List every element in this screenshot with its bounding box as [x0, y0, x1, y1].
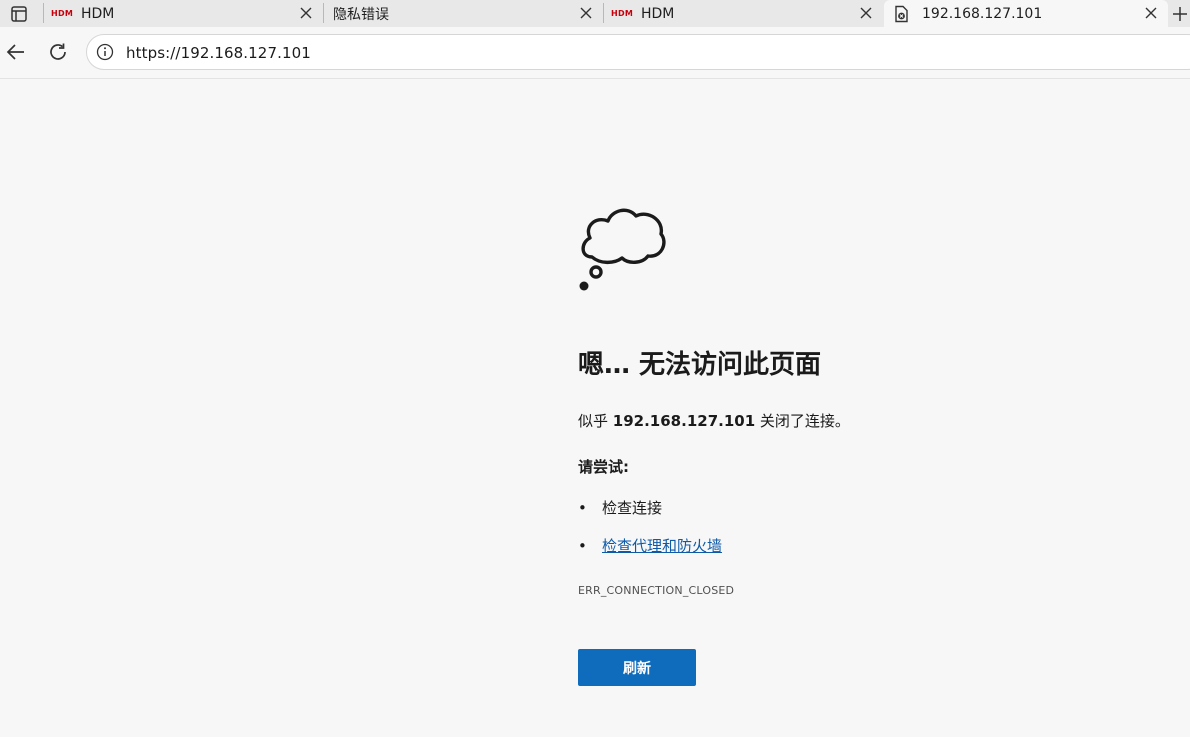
tab-title: HDM — [81, 5, 115, 22]
thought-cloud-icon — [579, 208, 666, 291]
tab-separator — [603, 3, 604, 23]
tab-separator — [43, 3, 44, 23]
tab-separator — [323, 3, 324, 23]
new-tab-button[interactable] — [1170, 0, 1190, 27]
reload-button[interactable]: 刷新 — [578, 649, 696, 686]
hdm-favicon-icon: HDM — [611, 9, 634, 18]
tab-hdm-2[interactable]: HDM HDM — [603, 0, 883, 27]
arrow-left-icon — [6, 44, 24, 60]
proxy-firewall-link[interactable]: 检查代理和防火墙 — [602, 537, 722, 555]
url-text[interactable]: https://192.168.127.101 — [126, 44, 311, 62]
tab-title: 192.168.127.101 — [922, 5, 1043, 22]
desc-host: 192.168.127.101 — [612, 412, 756, 430]
tab-title: HDM — [641, 5, 675, 22]
error-heading: 嗯… 无法访问此页面 — [578, 350, 822, 380]
tab-hdm-1[interactable]: HDM HDM — [43, 0, 323, 27]
suggestion-item: • 检查代理和防火墙 — [578, 537, 723, 555]
address-bar[interactable]: https://192.168.127.101 — [86, 34, 1190, 70]
desc-prefix: 似乎 — [578, 412, 609, 430]
info-icon[interactable] — [96, 43, 114, 61]
tab-actions-button[interactable] — [0, 0, 38, 27]
plus-icon — [1173, 6, 1187, 21]
tab-title: 隐私错误 — [333, 6, 389, 23]
tab-actions-icon — [11, 5, 27, 22]
tab-strip: HDM HDM 隐私错误 HDM HDM 192.168.127.101 — [0, 0, 1190, 27]
error-description: 似乎 192.168.127.101 关闭了连接。 — [578, 410, 850, 431]
hdm-favicon-icon: HDM — [51, 9, 74, 18]
close-icon[interactable] — [299, 6, 313, 20]
browser-toolbar: https://192.168.127.101 — [0, 27, 1190, 79]
error-code: ERR_CONNECTION_CLOSED — [578, 584, 735, 597]
close-icon[interactable] — [1144, 6, 1158, 20]
close-icon[interactable] — [859, 6, 873, 20]
tab-privacy-error[interactable]: 隐私错误 — [323, 0, 603, 27]
suggestion-text: 检查连接 — [602, 499, 663, 517]
suggestion-item: • 检查连接 — [578, 499, 663, 517]
tab-active-error[interactable]: 192.168.127.101 — [884, 0, 1168, 27]
refresh-button[interactable] — [45, 39, 71, 65]
desc-suffix: 关闭了连接。 — [759, 412, 850, 430]
error-page-icon — [895, 5, 908, 22]
close-icon[interactable] — [579, 6, 593, 20]
refresh-icon — [50, 43, 66, 60]
try-label: 请尝试: — [578, 458, 629, 476]
back-button[interactable] — [3, 39, 29, 65]
